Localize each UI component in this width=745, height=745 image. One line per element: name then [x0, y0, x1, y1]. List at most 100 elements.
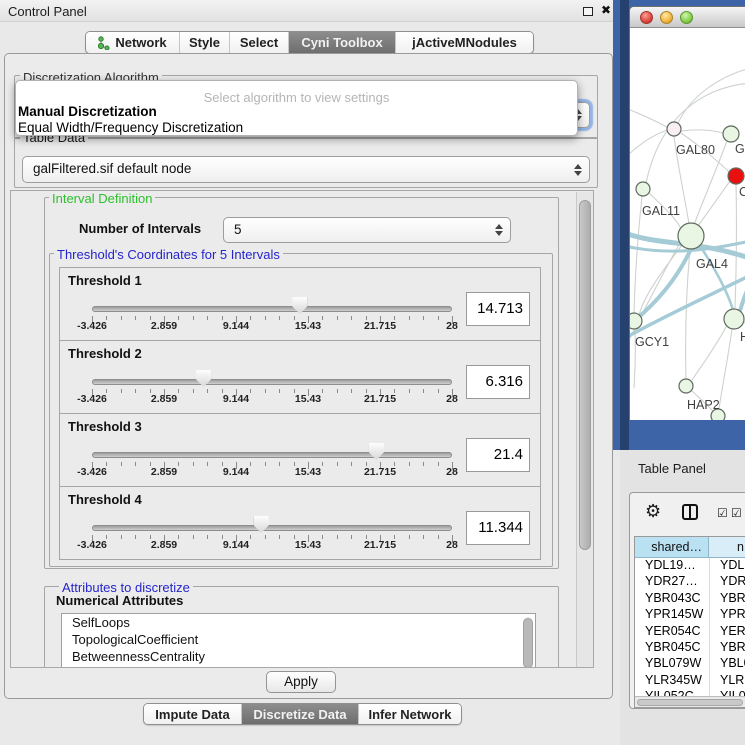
cell-name[interactable]: YBR0 — [709, 591, 745, 607]
table-row[interactable]: YBL079WYBL0 — [635, 656, 745, 672]
slider-track[interactable] — [92, 525, 452, 531]
gear-icon[interactable]: ⚙ — [645, 501, 661, 522]
cell-name[interactable]: YBL0 — [709, 656, 745, 672]
vertical-scrollbar[interactable] — [576, 192, 593, 668]
horizontal-scrollbar[interactable] — [635, 696, 745, 707]
minor-tick — [207, 535, 208, 539]
table-row[interactable]: YBR043CYBR0 — [635, 591, 745, 607]
network-node[interactable] — [667, 122, 681, 136]
checkbox-icon[interactable]: ☑ — [731, 506, 742, 520]
tab-jactivemnodules[interactable]: jActiveMNodules — [395, 32, 533, 53]
list-scrollbar[interactable] — [523, 617, 533, 668]
slider-track[interactable] — [92, 452, 452, 458]
network-node[interactable] — [728, 168, 744, 184]
cell-shared-name[interactable]: YBL079W — [635, 656, 709, 672]
cell-name[interactable]: YPR1 — [709, 607, 745, 623]
minor-tick — [121, 389, 122, 393]
cell-shared-name[interactable]: YBR045C — [635, 640, 709, 656]
tab-select[interactable]: Select — [229, 32, 288, 53]
cell-name[interactable]: YBR0 — [709, 640, 745, 656]
attribute-list-item[interactable]: BetweennessCentrality — [62, 648, 535, 665]
minimize-traffic-light[interactable] — [660, 11, 673, 24]
dropdown-option-manual[interactable]: Manual Discretization — [16, 104, 577, 120]
table-row[interactable]: YBR045CYBR0 — [635, 640, 745, 656]
split-pane-icon[interactable] — [682, 504, 698, 520]
attribute-list-item[interactable]: TopologicalCoefficient — [62, 631, 535, 648]
scale-label: 2.859 — [151, 393, 177, 405]
threshold-value-field[interactable]: 6.316 — [466, 365, 530, 399]
apply-button[interactable]: Apply — [266, 671, 336, 693]
float-window-icon[interactable] — [583, 7, 593, 16]
tab-style[interactable]: Style — [179, 32, 229, 53]
column-header-shared[interactable]: shared… — [635, 537, 709, 557]
slider-track[interactable] — [92, 306, 452, 312]
cell-shared-name[interactable]: YDL19… — [635, 558, 709, 574]
cell-shared-name[interactable]: YPR145W — [635, 607, 709, 623]
network-node[interactable] — [630, 313, 642, 329]
algorithm-placeholder: Select algorithm to view settings — [16, 90, 577, 104]
network-edge[interactable] — [686, 249, 690, 379]
table-row[interactable]: YDL19…YDL1 — [635, 558, 745, 574]
network-node[interactable] — [723, 126, 739, 142]
threshold-value-field[interactable]: 21.4 — [466, 438, 530, 472]
table-row[interactable]: YER054CYER0 — [635, 624, 745, 640]
cell-name[interactable]: YDR2 — [709, 574, 745, 590]
checkbox-icon[interactable]: ☑ — [717, 506, 728, 520]
table-data-combo[interactable]: galFiltered.sif default node — [22, 156, 590, 183]
tab-infer-network[interactable]: Infer Network — [358, 704, 461, 724]
cell-name[interactable]: YDL1 — [709, 558, 745, 574]
interval-definition-label: Interval Definition — [49, 191, 155, 206]
network-edge[interactable] — [681, 130, 723, 133]
network-edge[interactable] — [634, 196, 642, 313]
tab-cyni-toolbox[interactable]: Cyni Toolbox — [288, 32, 395, 53]
network-node[interactable] — [679, 379, 693, 393]
tab-impute-data[interactable]: Impute Data — [144, 704, 241, 724]
close-traffic-light[interactable] — [640, 11, 653, 24]
threshold-label: Threshold 3 — [68, 419, 142, 434]
scrollbar-thumb[interactable] — [579, 200, 591, 550]
column-header-name[interactable]: n — [709, 537, 745, 557]
network-edge[interactable] — [735, 184, 736, 309]
table-row[interactable]: YDR27…YDR2 — [635, 574, 745, 590]
network-node[interactable] — [724, 309, 744, 329]
number-of-intervals-combo[interactable]: 5 — [223, 217, 511, 243]
close-icon[interactable]: ✖ — [601, 3, 611, 17]
cell-shared-name[interactable]: YLR345W — [635, 673, 709, 689]
network-edge[interactable] — [630, 130, 667, 158]
network-node[interactable] — [636, 182, 650, 196]
tab-discretize-data[interactable]: Discretize Data — [241, 704, 358, 724]
minor-tick — [178, 535, 179, 539]
node-table[interactable]: shared… n YDL19…YDL1YDR27…YDR2YBR043CYBR… — [634, 536, 745, 708]
network-edge[interactable] — [700, 246, 733, 310]
cell-shared-name[interactable]: YBR043C — [635, 591, 709, 607]
table-row[interactable]: YLR345WYLR3 — [635, 673, 745, 689]
threshold-value-field[interactable]: 14.713 — [466, 292, 530, 326]
scale-label: 9.144 — [223, 393, 249, 405]
tab-network[interactable]: Network — [86, 32, 179, 53]
cell-shared-name[interactable]: YER054C — [635, 624, 709, 640]
network-window-titlebar[interactable] — [630, 7, 745, 28]
network-edge[interactable] — [719, 329, 732, 409]
scrollbar-thumb[interactable] — [637, 699, 743, 706]
dropdown-option-equal-width[interactable]: Equal Width/Frequency Discretization — [16, 120, 577, 136]
cell-name[interactable]: YER0 — [709, 624, 745, 640]
network-edge[interactable] — [630, 108, 667, 127]
table-header-row[interactable]: shared… n — [635, 537, 745, 558]
network-edge[interactable] — [692, 325, 727, 380]
cell-shared-name[interactable]: YDR27… — [635, 574, 709, 590]
minor-tick — [265, 462, 266, 466]
numerical-attributes-list[interactable]: SelfLoopsTopologicalCoefficientBetweenne… — [61, 613, 536, 668]
slider-track[interactable] — [92, 379, 452, 385]
minor-tick — [250, 535, 251, 539]
threshold-value-field[interactable]: 11.344 — [466, 511, 530, 545]
scale-label: -3.426 — [77, 320, 107, 332]
cell-name[interactable]: YLR3 — [709, 673, 745, 689]
network-edge[interactable] — [639, 245, 682, 315]
network-node[interactable] — [678, 223, 704, 249]
table-row[interactable]: YPR145WYPR1 — [635, 607, 745, 623]
network-canvas[interactable]: GAL80GCGAL11GAL4GCY1HHAP2 — [630, 28, 745, 420]
network-edge[interactable] — [678, 68, 745, 123]
desktop-edge-shadow — [620, 0, 629, 450]
attribute-list-item[interactable]: SelfLoops — [62, 614, 535, 631]
zoom-traffic-light[interactable] — [680, 11, 693, 24]
